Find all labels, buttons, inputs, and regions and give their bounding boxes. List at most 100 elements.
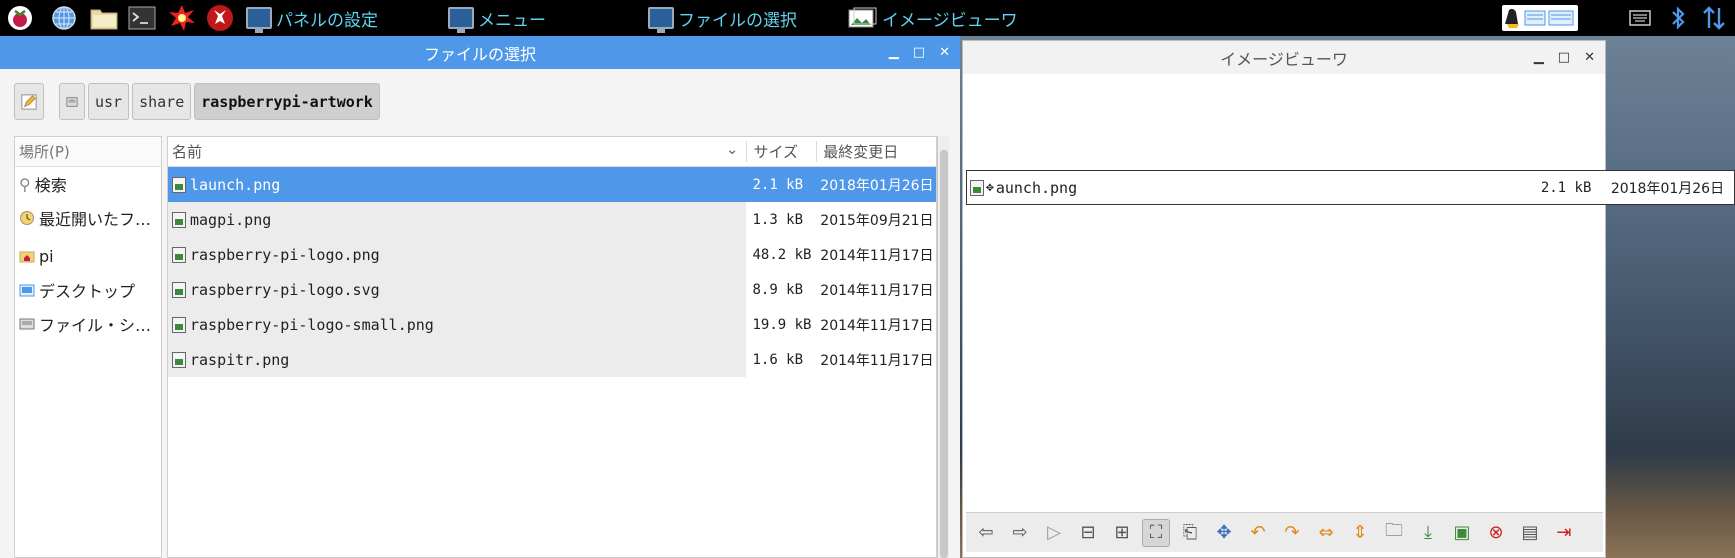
maximize-icon[interactable]: □ — [1558, 50, 1570, 65]
file-size: 19.9 kB — [752, 316, 812, 333]
pencil-icon — [21, 93, 37, 110]
column-name-header[interactable]: 名前 ⌄ — [168, 140, 746, 162]
place-home[interactable]: pi — [15, 239, 161, 273]
place-recent[interactable]: 最近開いたフ… — [15, 201, 161, 235]
bluetooth-icon[interactable] — [1664, 4, 1692, 32]
image-file-icon — [172, 316, 186, 333]
zoom-out-icon[interactable]: ⊟ — [1074, 519, 1102, 547]
raspberry-menu-icon[interactable] — [6, 4, 34, 32]
image-viewer-titlebar[interactable]: イメージビューワ ▁ □ ✕ — [963, 41, 1605, 74]
place-label: 検索 — [34, 176, 67, 195]
flip-vertical-icon[interactable]: ⇕ — [1346, 519, 1374, 547]
path-segment-current[interactable]: raspberrypi-artwork — [194, 83, 380, 120]
zoom-fit-icon[interactable]: ⛶ — [1142, 518, 1170, 547]
rotate-left-icon[interactable]: ↶ — [1244, 519, 1272, 547]
top-panel: パネルの設定 メニュー ファイルの選択 イメージビューワ — [0, 0, 1735, 36]
window-title: ファイルの選択 — [423, 44, 536, 64]
network-icon[interactable] — [1700, 4, 1728, 32]
file-size: 1.3 kB — [752, 211, 804, 228]
taskbar-label: パネルの設定 — [276, 10, 378, 31]
monitor-icon — [448, 7, 474, 33]
close-icon[interactable]: ✕ — [1584, 50, 1595, 65]
minimize-icon[interactable]: ▁ — [889, 45, 899, 60]
file-manager-icon[interactable] — [90, 4, 118, 32]
maximize-icon[interactable]: □ — [913, 45, 925, 60]
file-modified: 2014年11月17日 — [820, 317, 934, 334]
file-size: 2.1 kB — [752, 176, 804, 193]
file-list-scrollbar[interactable] — [937, 136, 949, 558]
image-canvas[interactable] — [963, 74, 1605, 548]
virtual-keyboard-icon[interactable] — [1626, 4, 1654, 32]
file-name: aunch.png — [995, 178, 1078, 197]
preferences-icon[interactable]: ▤ — [1516, 519, 1544, 547]
burst-app-icon[interactable] — [168, 4, 196, 32]
place-filesystem[interactable]: ファイル・シ… — [15, 307, 161, 341]
save-file-icon[interactable]: ⤓ — [1414, 519, 1442, 547]
taskbar-menu[interactable]: メニュー — [448, 0, 546, 36]
close-icon[interactable]: ✕ — [939, 45, 950, 60]
image-viewer-icon — [848, 7, 877, 28]
column-size-header[interactable]: サイズ — [746, 141, 816, 162]
flip-horizontal-icon[interactable]: ⇔ — [1312, 519, 1340, 547]
file-chooser-titlebar[interactable]: ファイルの選択 ▁ □ ✕ — [0, 36, 960, 69]
file-list-header: 名前 ⌄ サイズ 最終変更日 — [168, 137, 936, 167]
keyboard-layout-icon[interactable] — [1502, 5, 1578, 31]
path-segment-share[interactable]: share — [132, 83, 192, 120]
original-size-icon[interactable]: ⎗ — [1176, 519, 1204, 547]
drive-icon — [66, 96, 78, 107]
place-label: ファイル・シ… — [39, 316, 152, 335]
place-label: デスクトップ — [39, 282, 136, 301]
column-modified-header[interactable]: 最終変更日 — [816, 141, 936, 162]
exit-icon[interactable]: ⇥ — [1550, 519, 1578, 547]
places-header: 場所(P) — [15, 137, 161, 167]
place-desktop[interactable]: デスクトップ — [15, 273, 161, 307]
image-file-icon — [172, 246, 186, 263]
rotate-right-icon[interactable]: ↷ — [1278, 519, 1306, 547]
open-file-icon[interactable]: 🗀 — [1380, 519, 1408, 547]
wolfram-icon[interactable] — [206, 4, 234, 32]
file-row[interactable]: raspitr.png 1.6 kB 2014年11月17日 — [168, 342, 936, 377]
file-name: raspitr.png — [190, 350, 290, 369]
file-modified: 2018年01月26日 — [820, 177, 934, 194]
chevron-down-icon: ⌄ — [725, 140, 739, 158]
file-list: 名前 ⌄ サイズ 最終変更日 launch.png 2.1 kB 2018年01… — [167, 136, 937, 558]
edit-location-button[interactable] — [14, 83, 44, 120]
file-modified: 2014年11月17日 — [820, 352, 934, 369]
next-icon[interactable]: ⇨ — [1006, 519, 1034, 547]
fullscreen-icon[interactable]: ✥ — [1210, 519, 1238, 547]
path-root-button[interactable] — [59, 83, 85, 120]
taskbar-label: イメージビューワ — [882, 10, 1018, 31]
file-name: raspberry-pi-logo-small.png — [190, 315, 434, 334]
file-name: raspberry-pi-logo.png — [190, 245, 380, 264]
file-modified: 2014年11月17日 — [820, 247, 934, 264]
zoom-in-icon[interactable]: ⊞ — [1108, 519, 1136, 547]
save-as-icon[interactable]: ▣ — [1448, 519, 1476, 547]
scrollbar-thumb[interactable] — [940, 150, 948, 558]
file-row[interactable]: magpi.png 1.3 kB 2015年09月21日 — [168, 202, 936, 237]
slideshow-icon[interactable]: ▷ — [1040, 519, 1068, 547]
file-row[interactable]: raspberry-pi-logo.svg 8.9 kB 2014年11月17日 — [168, 272, 936, 307]
file-row[interactable]: raspberry-pi-logo-small.png 19.9 kB 2014… — [168, 307, 936, 342]
place-label: 最近開いたフ… — [39, 210, 152, 229]
file-name: launch.png — [190, 175, 281, 194]
taskbar-label: メニュー — [478, 10, 546, 31]
desktop-folder-icon — [19, 284, 35, 297]
taskbar-panel-settings[interactable]: パネルの設定 — [246, 0, 378, 36]
monitor-icon — [246, 7, 272, 33]
taskbar-file-chooser[interactable]: ファイルの選択 — [648, 0, 797, 36]
taskbar-image-viewer[interactable]: イメージビューワ — [848, 0, 1018, 36]
file-name: magpi.png — [190, 210, 272, 229]
taskbar-label: ファイルの選択 — [678, 10, 797, 31]
home-folder-icon — [19, 251, 35, 263]
previous-icon[interactable]: ⇦ — [972, 519, 1000, 547]
file-row[interactable]: raspberry-pi-logo.png 48.2 kB 2014年11月17… — [168, 237, 936, 272]
web-browser-icon[interactable] — [50, 4, 78, 32]
minimize-icon[interactable]: ▁ — [1534, 50, 1544, 65]
delete-icon[interactable]: ⊗ — [1482, 519, 1510, 547]
path-segment-usr[interactable]: usr — [88, 83, 130, 120]
file-row[interactable]: launch.png 2.1 kB 2018年01月26日 — [168, 167, 936, 202]
place-search[interactable]: ⚲ 検索 — [15, 167, 161, 201]
terminal-icon[interactable] — [128, 4, 156, 32]
monitor-icon — [648, 7, 674, 33]
places-sidebar: 場所(P) ⚲ 検索 最近開いたフ… pi デスクトップ ファイル・シ… — [14, 136, 162, 558]
